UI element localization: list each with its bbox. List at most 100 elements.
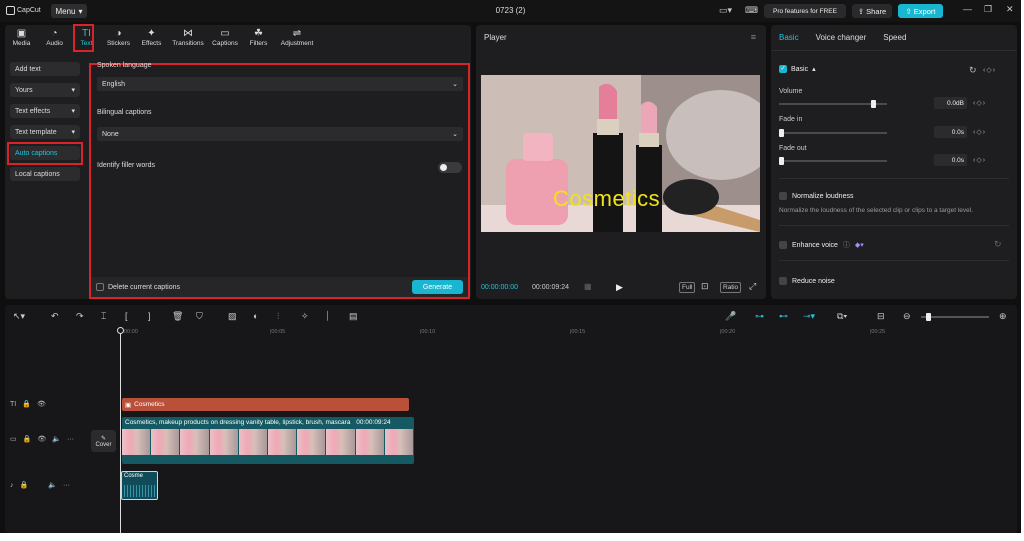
more-icon[interactable]: ··· bbox=[67, 436, 74, 443]
generate-button[interactable]: Generate bbox=[412, 280, 463, 294]
more-icon[interactable]: ··· bbox=[63, 482, 70, 489]
eye-icon[interactable]: 👁 bbox=[37, 400, 46, 408]
volume-slider[interactable] bbox=[779, 100, 887, 108]
redo-icon[interactable]: ↷ bbox=[76, 311, 84, 322]
fade-in-slider[interactable] bbox=[779, 129, 887, 137]
auto-snap-icon[interactable]: ⊷ bbox=[779, 311, 788, 322]
playhead-handle[interactable] bbox=[117, 327, 124, 334]
pro-features-button[interactable]: Pro features for FREE bbox=[764, 4, 846, 18]
tab-adjustment[interactable]: ⇌ Adjustment bbox=[275, 25, 319, 53]
side-item-text-effects[interactable]: Text effects ▾ bbox=[10, 104, 80, 118]
zoom-fit-icon[interactable]: ⊡ bbox=[701, 281, 709, 292]
keyframe-icon[interactable]: ‹◇› bbox=[973, 156, 986, 164]
split-left-icon[interactable]: [ bbox=[125, 311, 128, 321]
timeline-screen-icon[interactable]: ⊟ bbox=[877, 311, 885, 322]
tab-filters[interactable]: ☘ Filters bbox=[242, 25, 275, 53]
info-icon[interactable]: ⓘ bbox=[843, 240, 850, 250]
basic-section-header[interactable]: ✓ Basic ▴ bbox=[779, 65, 816, 73]
zoom-slider-knob[interactable] bbox=[926, 313, 931, 321]
normalize-loudness-checkbox[interactable]: Normalize loudness bbox=[779, 192, 853, 200]
close-icon[interactable]: ✕ bbox=[1006, 4, 1014, 15]
adjust-sliders-icon[interactable]: ⫶ bbox=[277, 311, 279, 322]
playhead-line[interactable] bbox=[120, 329, 121, 533]
preview-axis-icon[interactable]: ⧉▾ bbox=[837, 311, 847, 322]
menu-button[interactable]: Menu ▾ bbox=[51, 4, 87, 18]
undo-icon[interactable]: ↶ bbox=[51, 311, 59, 322]
tab-stickers[interactable]: ◑ Stickers bbox=[102, 25, 135, 53]
caption-edit-icon[interactable]: ▤ bbox=[349, 311, 358, 322]
bilingual-captions-select[interactable]: None ⌄ bbox=[97, 127, 463, 141]
lock-icon[interactable]: 🔒 bbox=[23, 435, 32, 443]
lock-icon[interactable]: 🔒 bbox=[22, 400, 31, 408]
tab-transitions[interactable]: ⋈ Transitions bbox=[168, 25, 208, 53]
volume-slider-knob[interactable] bbox=[871, 100, 876, 108]
side-item-add-text[interactable]: Add text bbox=[10, 62, 80, 76]
share-button[interactable]: ⇪ Share bbox=[852, 4, 892, 18]
text-clip-icon: ▣ bbox=[125, 401, 132, 409]
reduce-noise-checkbox[interactable]: Reduce noise bbox=[779, 277, 835, 285]
tab-media[interactable]: ▣ Media bbox=[5, 25, 38, 53]
shield-icon[interactable]: ⛉ bbox=[196, 311, 203, 322]
split-icon[interactable]: ⌶ bbox=[101, 311, 106, 322]
tab-voice-changer[interactable]: Voice changer bbox=[816, 33, 867, 42]
fade-out-slider[interactable] bbox=[779, 157, 887, 165]
timecode-toggle-icon[interactable]: ▦ bbox=[584, 282, 592, 291]
audio-clip[interactable]: Cosme bbox=[121, 471, 158, 500]
timeline-ruler[interactable]: 00:00 |00:05 |00:10 |00:15 |00:20 |00:25 bbox=[120, 329, 1010, 339]
fade-in-slider-knob[interactable] bbox=[779, 129, 784, 137]
lock-icon[interactable]: 🔒 bbox=[20, 481, 29, 489]
layout-icon[interactable]: ▭▾ bbox=[719, 5, 732, 16]
delete-icon[interactable]: 🗑 bbox=[172, 311, 183, 322]
cover-button[interactable]: ✎ Cover bbox=[91, 430, 116, 452]
audio-wave-icon[interactable]: ⏐ bbox=[325, 311, 330, 322]
text-clip[interactable]: ▣ Cosmetics bbox=[122, 398, 409, 411]
minimize-icon[interactable]: — bbox=[963, 4, 972, 14]
fullscreen-icon[interactable]: ⤢ bbox=[749, 281, 756, 292]
speaker-icon[interactable]: 🔈 bbox=[52, 435, 61, 443]
tab-captions[interactable]: ▭ Captions bbox=[208, 25, 242, 53]
side-item-local-captions[interactable]: Local captions bbox=[10, 167, 80, 181]
filler-words-toggle[interactable] bbox=[438, 162, 462, 173]
fade-out-value[interactable]: 0.0s bbox=[934, 154, 967, 166]
speaker-icon[interactable]: 🔈 bbox=[48, 481, 57, 489]
export-button[interactable]: ⇧ Export bbox=[898, 4, 943, 18]
zoom-slider[interactable] bbox=[921, 313, 989, 321]
select-cursor-icon[interactable]: ↖▾ bbox=[13, 311, 25, 322]
eye-icon[interactable]: 👁 bbox=[37, 435, 46, 443]
linkage-icon[interactable]: ⊸▾ bbox=[803, 311, 815, 322]
enhance-voice-checkbox[interactable]: Enhance voice ⓘ ◆▾ bbox=[779, 240, 864, 250]
mask-icon[interactable]: ◐ bbox=[253, 311, 258, 321]
ratio-button[interactable]: Ratio bbox=[720, 282, 742, 293]
play-icon[interactable]: ▶ bbox=[616, 282, 623, 293]
tab-speed[interactable]: Speed bbox=[883, 33, 906, 42]
video-preview[interactable]: Cosmetics bbox=[481, 75, 760, 232]
tick-label: |00:25 bbox=[870, 329, 886, 335]
tab-audio[interactable]: ◔ Audio bbox=[38, 25, 71, 53]
side-item-yours[interactable]: Yours ▾ bbox=[10, 83, 80, 97]
zoom-out-icon[interactable]: ⊖ bbox=[903, 311, 911, 322]
side-item-text-template[interactable]: Text template ▾ bbox=[10, 125, 80, 139]
reset-icon[interactable]: ↻ bbox=[994, 239, 1002, 250]
keyframe-icon[interactable]: ‹◇› bbox=[973, 99, 986, 107]
zoom-in-icon[interactable]: ⊕ bbox=[999, 311, 1007, 322]
fade-in-value[interactable]: 0.0s bbox=[934, 126, 967, 138]
magic-icon[interactable]: ✧ bbox=[301, 311, 309, 322]
fade-out-slider-knob[interactable] bbox=[779, 157, 784, 165]
restore-icon[interactable]: ❐ bbox=[984, 4, 992, 15]
split-right-icon[interactable]: ] bbox=[148, 311, 151, 321]
full-button[interactable]: Full bbox=[679, 282, 696, 293]
keyframe-icon[interactable]: ‹◇› bbox=[983, 66, 996, 74]
image-edit-icon[interactable]: ▨ bbox=[228, 311, 237, 322]
spoken-language-select[interactable]: English ⌄ bbox=[97, 77, 463, 91]
hamburger-menu-icon[interactable]: ≡ bbox=[751, 32, 756, 42]
delete-captions-checkbox[interactable]: Delete current captions bbox=[96, 283, 180, 291]
keyframe-icon[interactable]: ‹◇› bbox=[973, 128, 986, 136]
microphone-icon[interactable]: 🎤 bbox=[725, 311, 736, 322]
volume-value[interactable]: 0.0dB bbox=[934, 97, 967, 109]
tab-effects[interactable]: ✦ Effects bbox=[135, 25, 168, 53]
shortcuts-icon[interactable]: ⌨ bbox=[745, 5, 758, 16]
video-clip[interactable]: Cosmetics, makeup products on dressing v… bbox=[122, 417, 414, 464]
main-track-magnet-icon[interactable]: ⊶ bbox=[755, 311, 764, 322]
tab-basic[interactable]: Basic bbox=[779, 33, 799, 42]
reset-icon[interactable]: ↻ bbox=[969, 65, 977, 76]
